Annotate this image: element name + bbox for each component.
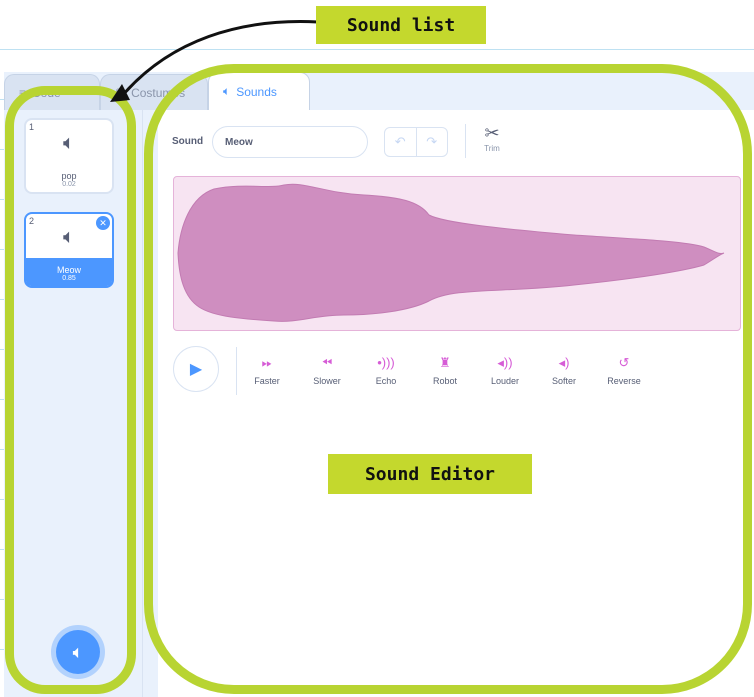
sound-editor-callout-text: Sound Editor [364, 463, 496, 485]
sound-editor-callout: Sound Editor [328, 454, 532, 494]
sound-list-highlight [5, 86, 136, 694]
sound-list-callout-text: Sound list [346, 14, 456, 36]
sound-editor-highlight [144, 64, 752, 694]
sound-list-callout: Sound list [316, 6, 486, 44]
